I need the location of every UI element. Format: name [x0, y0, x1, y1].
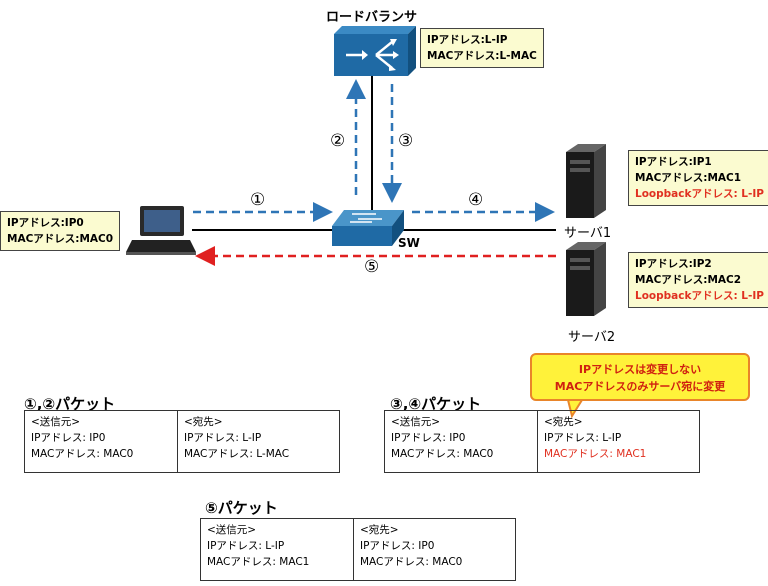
server2-loopback: Loopbackアドレス: L-IP — [635, 290, 764, 302]
server1-label: サーバ1 — [564, 226, 612, 241]
client-info: IPアドレス:IP0 MACアドレス:MAC0 — [0, 211, 121, 251]
packet12-source: <送信元> IPアドレス: IP0 MACアドレス: MAC0 — [24, 410, 178, 473]
server1-mac: MACアドレス:MAC1 — [635, 172, 742, 184]
dst-ip: IPアドレス: IP0 — [360, 540, 435, 552]
packet12-destination: <宛先> IPアドレス: L-IP MACアドレス: L-MAC — [177, 410, 340, 473]
dst-head: <宛先> — [544, 416, 583, 428]
packet5-source: <送信元> IPアドレス: L-IP MACアドレス: MAC1 — [200, 518, 354, 581]
src-mac: MACアドレス: MAC1 — [207, 556, 310, 568]
step3-label: ③ — [398, 131, 414, 151]
dst-mac: MACアドレス: MAC0 — [360, 556, 463, 568]
dst-ip: IPアドレス: L-IP — [184, 432, 262, 444]
src-head: <送信元> — [391, 416, 441, 428]
packet12-table: <送信元> IPアドレス: IP0 MACアドレス: MAC0 <宛先> IPア… — [24, 410, 340, 473]
dst-mac: MACアドレス: L-MAC — [184, 448, 290, 460]
dst-head: <宛先> — [184, 416, 223, 428]
server2-info: IPアドレス:IP2 MACアドレス:MAC2 Loopbackアドレス: L-… — [628, 252, 768, 308]
laptop-icon — [126, 206, 196, 255]
server2-ip: IPアドレス:IP2 — [635, 258, 712, 270]
src-ip: IPアドレス: IP0 — [31, 432, 106, 444]
load-balancer-info: IPアドレス:L-IP MACアドレス:L-MAC — [420, 28, 544, 68]
dst-ip: IPアドレス: L-IP — [544, 432, 622, 444]
step5-label: ⑤ — [364, 257, 380, 277]
packet5-title: ⑤パケット — [205, 499, 278, 517]
server1-icon — [566, 144, 606, 218]
switch-label: SW — [398, 236, 420, 250]
load-balancer-icon — [334, 26, 416, 76]
server1-loopback: Loopbackアドレス: L-IP — [635, 188, 764, 200]
src-mac: MACアドレス: MAC0 — [391, 448, 494, 460]
lb-mac: MACアドレス:L-MAC — [427, 50, 537, 62]
dst-head: <宛先> — [360, 524, 399, 536]
step1-label: ① — [250, 190, 266, 210]
packet34-table: <送信元> IPアドレス: IP0 MACアドレス: MAC0 <宛先> IPア… — [384, 410, 700, 473]
server2-label: サーバ2 — [568, 330, 616, 345]
server1-info: IPアドレス:IP1 MACアドレス:MAC1 Loopbackアドレス: L-… — [628, 150, 768, 206]
packet34-destination: <宛先> IPアドレス: L-IP MACアドレス: MAC1 — [537, 410, 700, 473]
packet5-table: <送信元> IPアドレス: L-IP MACアドレス: MAC1 <宛先> IP… — [200, 518, 516, 581]
dst-mac: MACアドレス: MAC1 — [544, 448, 647, 460]
client-ip: IPアドレス:IP0 — [7, 217, 84, 229]
server2-mac: MACアドレス:MAC2 — [635, 274, 742, 286]
server1-ip: IPアドレス:IP1 — [635, 156, 712, 168]
packet5-destination: <宛先> IPアドレス: IP0 MACアドレス: MAC0 — [353, 518, 516, 581]
callout-note: IPアドレスは変更しない MACアドレスのみサーバ宛に変更 — [530, 353, 750, 401]
src-mac: MACアドレス: MAC0 — [31, 448, 134, 460]
client-mac: MACアドレス:MAC0 — [7, 233, 114, 245]
load-balancer-title: ロードバランサ — [326, 10, 418, 25]
step2-label: ② — [330, 131, 346, 151]
switch-icon — [332, 210, 404, 246]
src-head: <送信元> — [207, 524, 257, 536]
src-ip: IPアドレス: L-IP — [207, 540, 285, 552]
src-ip: IPアドレス: IP0 — [391, 432, 466, 444]
src-head: <送信元> — [31, 416, 81, 428]
lb-ip: IPアドレス:L-IP — [427, 34, 508, 46]
packet34-source: <送信元> IPアドレス: IP0 MACアドレス: MAC0 — [384, 410, 538, 473]
step4-label: ④ — [468, 190, 484, 210]
callout-line2: MACアドレスのみサーバ宛に変更 — [554, 380, 726, 393]
callout-line1: IPアドレスは変更しない — [578, 363, 702, 376]
server2-icon — [566, 242, 606, 316]
